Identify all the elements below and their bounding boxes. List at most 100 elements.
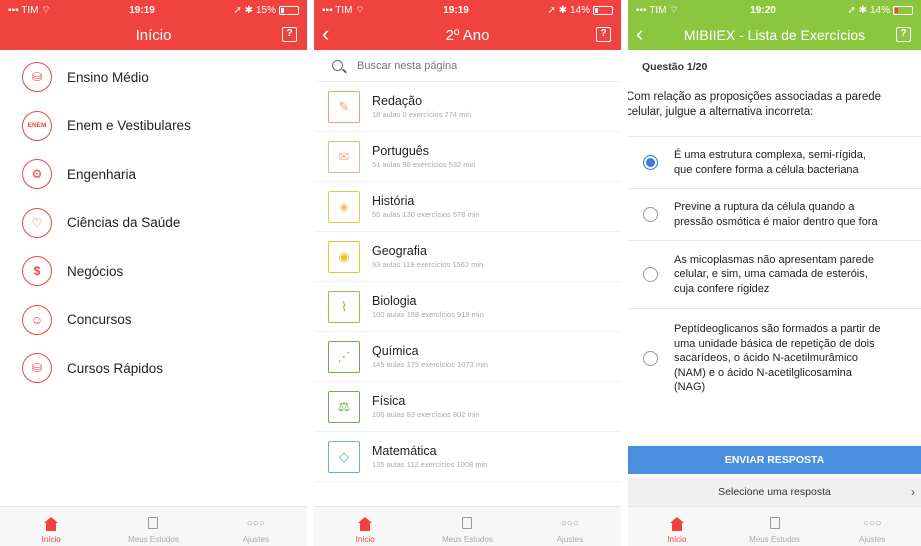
gears-icon: ⚙ (22, 159, 52, 190)
answer-option[interactable]: As micoplasmas não apresentam parede celu… (628, 240, 921, 308)
answer-line: celular, e sim, uma camada de esteróis, (674, 268, 868, 281)
subject-thumbnail-icon: ◇ (328, 440, 360, 473)
category-item[interactable]: ⛁ Ensino Médio (0, 53, 307, 102)
tab-meus-estudos[interactable]: Meus Estudos (416, 507, 518, 546)
answer-line: É uma estrutura complexa, semi-rígida, (674, 149, 866, 161)
tab-ajustes[interactable]: ○○○ Ajustes (519, 507, 621, 546)
category-item[interactable]: ☺ Concursos (0, 296, 307, 345)
money-icon: $ (22, 256, 52, 287)
category-label: Engenharia (67, 166, 137, 182)
subject-text: Geografia 93 aulas 119 exercícios 1562 mi… (372, 244, 483, 269)
help-icon[interactable]: ? (282, 27, 297, 42)
heart-icon: ♡ (22, 207, 52, 238)
subject-item[interactable]: ◈ História 55 aulas 130 exercícios 578 min (314, 182, 621, 232)
subject-title: Geografia (372, 244, 427, 258)
subject-item[interactable]: ⌇ Biologia 100 aulas 168 exercícios 919 mi… (314, 282, 621, 332)
subject-item[interactable]: ✉ Português 51 aulas 98 exercícios 532 min (314, 132, 621, 182)
tab-label: Ajustes (859, 535, 886, 544)
tab-bar: Início Meus Estudos ○○○ Ajustes (628, 506, 921, 546)
subject-text: História 55 aulas 130 exercícios 578 min (372, 194, 480, 219)
tab-meus-estudos[interactable]: Meus Estudos (102, 507, 204, 546)
home-icon (358, 517, 373, 531)
radio-button[interactable] (643, 155, 658, 170)
subject-item[interactable]: ⚖ Física 106 aulas 83 exercícios 802 min (314, 382, 621, 432)
tab-label: Início (355, 535, 375, 544)
answer-line: Previne a ruptura da célula quando a (674, 201, 855, 213)
nav-bar: ‹ MIBIIEX - Lista de Exercícios ? (628, 20, 921, 50)
subject-thumbnail-icon: ⌇ (328, 290, 360, 323)
subject-stats: 145 aulas 175 exercícios 1073 min (372, 360, 488, 369)
backpack-icon: ⛁ (22, 62, 52, 93)
book-icon (148, 517, 159, 529)
battery-percent: 15% (255, 4, 276, 16)
carrier-label: ▪▪▪ TIM ⌔ (636, 4, 679, 16)
radio-button[interactable] (643, 351, 658, 366)
send-answer-button[interactable]: ENVIAR RESPOSTA (628, 446, 921, 474)
category-label: Cursos Rápidos (67, 360, 164, 376)
tab-inicio[interactable]: Início (628, 507, 726, 546)
search-bar (314, 50, 621, 82)
screen-2-ano: ▪▪▪ TIM ⌔ 19:19 ➚ ✱ 14% ‹ 2º Ano ? ✎ Reda… (314, 0, 621, 546)
tab-meus-estudos[interactable]: Meus Estudos (726, 507, 824, 546)
category-label: Negócios (67, 263, 124, 279)
tab-label: Meus Estudos (442, 535, 493, 544)
battery-percent: 14% (569, 4, 590, 16)
screen-exercicios: ▪▪▪ TIM ⌔ 19:20 ➚ ✱ 14% ‹ MIBIIEX - List… (628, 0, 921, 546)
tab-bar: Início Meus Estudos ○○○ Ajustes (0, 506, 307, 546)
help-icon[interactable]: ? (596, 27, 611, 42)
answer-option[interactable]: Previne a ruptura da célula quando a pres… (628, 188, 921, 240)
search-input[interactable] (357, 59, 557, 72)
tab-inicio[interactable]: Início (0, 507, 102, 546)
category-item[interactable]: ♡ Ciências da Saúde (0, 199, 307, 248)
subject-title: Biologia (372, 294, 417, 308)
answer-line: (NAM) e o ácido N-acetilglicosamina (674, 366, 852, 379)
category-item[interactable]: ENEM Enem e Vestibulares (0, 102, 307, 151)
subject-item[interactable]: ✎ Redação 18 aulas 0 exercícios 274 min (314, 82, 621, 132)
subject-thumbnail-icon: ◉ (328, 240, 360, 273)
subject-item[interactable]: ◉ Geografia 93 aulas 119 exercícios 1562 m… (314, 232, 621, 282)
subject-stats: 18 aulas 0 exercícios 274 min (372, 110, 472, 119)
answer-option[interactable]: É uma estrutura complexa, semi-rígida, qu… (628, 136, 921, 188)
category-item[interactable]: ⛁ Cursos Rápidos (0, 344, 307, 393)
enem-icon: ENEM (22, 110, 52, 141)
subject-title: História (372, 194, 415, 208)
carrier-label: ▪▪▪ TIM ⌔ (322, 4, 365, 16)
answer-line: pressão osmótica é maior dentro que fora (674, 215, 878, 228)
answer-line: As micoplasmas não apresentam parede (674, 253, 874, 266)
back-icon[interactable]: ‹ (636, 23, 643, 45)
radio-button[interactable] (643, 267, 658, 282)
page-title: MIBIIEX - Lista de Exercícios (683, 27, 866, 43)
carrier-label: ▪▪▪ TIM ⌔ (8, 4, 51, 16)
category-item[interactable]: ⚙ Engenharia (0, 150, 307, 199)
question-line: celular, julgue a alternativa incorreta: (628, 106, 814, 118)
category-item[interactable]: $ Negócios (0, 247, 307, 296)
subject-stats: 55 aulas 130 exercícios 578 min (372, 210, 480, 219)
subject-thumbnail-icon: ⋰ (328, 340, 360, 373)
answer-option[interactable]: Peptídeoglicanos são formados a partir d… (628, 308, 921, 408)
answer-options: É uma estrutura complexa, semi-rígida, qu… (628, 136, 921, 408)
select-answer-bar[interactable]: Selecione uma resposta › (628, 478, 921, 506)
category-list: ⛁ Ensino Médio ENEM Enem e Vestibulares ⚙ Eng… (0, 50, 307, 393)
tab-ajustes[interactable]: ○○○ Ajustes (205, 507, 307, 546)
tab-label: Início (41, 535, 61, 544)
subject-title: Português (372, 144, 429, 158)
bluetooth-icon: ➚ ✱ (547, 4, 567, 16)
tab-inicio[interactable]: Início (314, 507, 416, 546)
subject-item[interactable]: ◇ Matemática 135 aulas 112 exercícios 1008… (314, 432, 621, 482)
subject-thumbnail-icon: ✎ (328, 90, 360, 123)
answer-line: uma unidade básica de repetição de dois (674, 337, 875, 350)
radio-button[interactable] (643, 207, 658, 222)
category-label: Concursos (67, 312, 132, 328)
tab-ajustes[interactable]: ○○○ Ajustes (823, 507, 921, 546)
subject-stats: 100 aulas 168 exercícios 919 min (372, 310, 484, 319)
subject-stats: 93 aulas 119 exercícios 1562 min (372, 260, 484, 269)
bluetooth-icon: ➚ ✱ (847, 4, 867, 16)
battery-icon (593, 5, 613, 15)
subject-item[interactable]: ⋰ Química 145 aulas 175 exercícios 1073 mi… (314, 332, 621, 382)
back-icon[interactable]: ‹ (322, 23, 329, 45)
category-label: Ensino Médio (67, 69, 149, 85)
home-icon (44, 517, 59, 531)
subject-title: Química (372, 344, 419, 358)
battery-percent: 14% (869, 4, 890, 16)
help-icon[interactable]: ? (896, 27, 911, 42)
